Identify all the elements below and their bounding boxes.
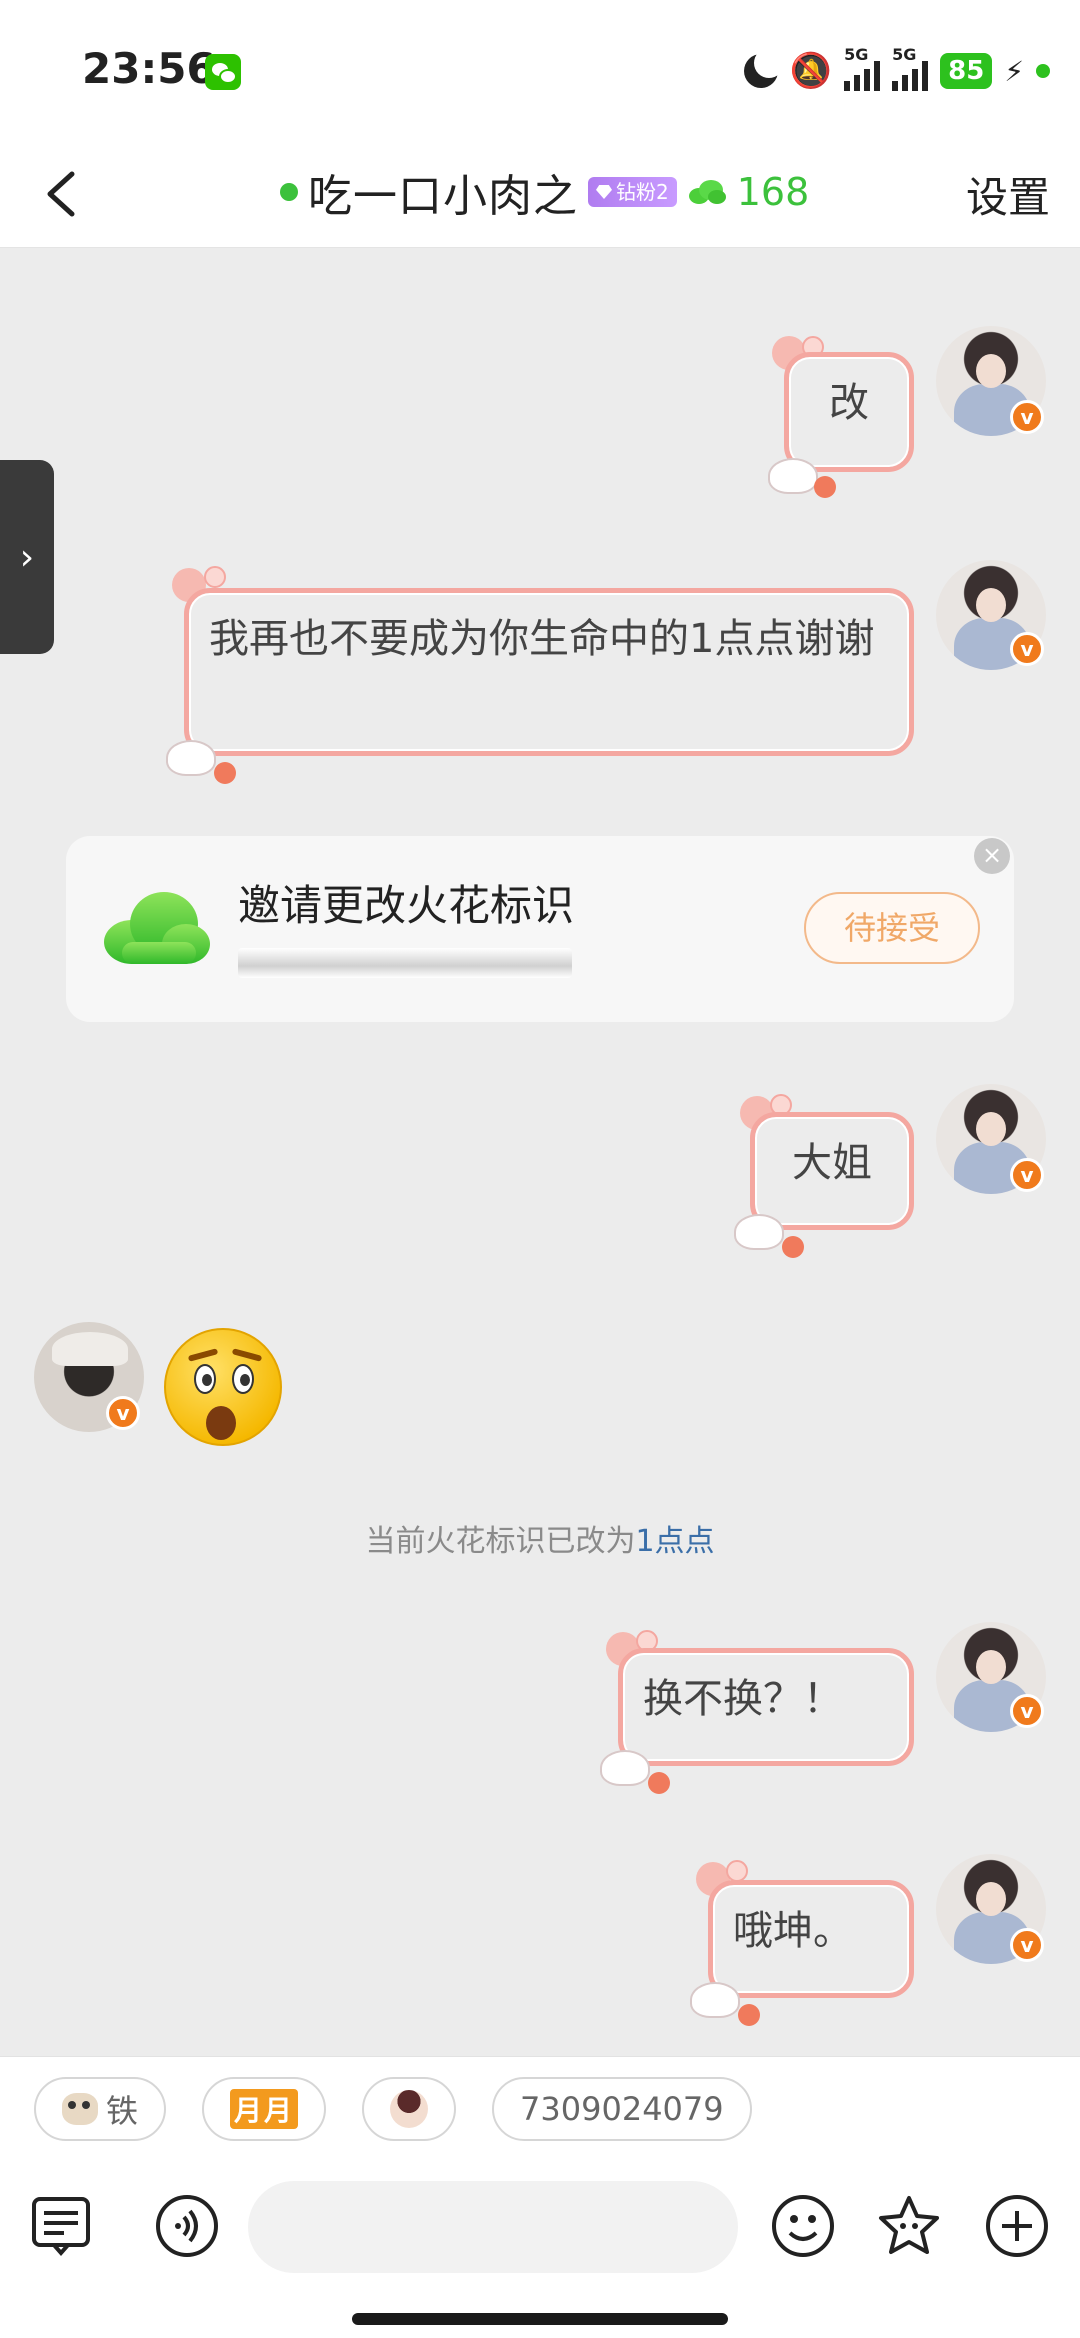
- sheep-decoration-icon: [166, 740, 216, 776]
- chat-header: 吃一口小肉之 钻粉2 168 设置: [0, 140, 1080, 248]
- star-face-icon[interactable]: [876, 2193, 942, 2259]
- close-icon[interactable]: ×: [974, 838, 1010, 874]
- message-text: 我再也不要成为你生命中的1点点谢谢: [209, 616, 875, 662]
- sheep-decoration-icon: [600, 1750, 650, 1786]
- signal-icon-2: 5G: [892, 45, 929, 91]
- surprised-emoji-icon[interactable]: [164, 1328, 282, 1446]
- verified-icon: v: [1010, 1158, 1044, 1192]
- input-area: 铁 月月 7309024079: [0, 2056, 1080, 2338]
- menu-icon[interactable]: [28, 2193, 94, 2259]
- verified-icon: v: [106, 1396, 140, 1430]
- quick-chip[interactable]: 月月: [202, 2077, 327, 2141]
- pending-accept-button[interactable]: 待接受: [804, 892, 980, 964]
- charging-icon: ⚡: [1004, 54, 1024, 88]
- chevron-right-icon: ›: [19, 536, 35, 578]
- tomato-decoration-icon: [738, 2004, 760, 2026]
- chevron-left-icon[interactable]: [36, 166, 92, 222]
- sidebar-toggle[interactable]: ›: [0, 460, 54, 654]
- message-bubble[interactable]: 改: [784, 352, 914, 472]
- sheep-decoration-icon: [690, 1982, 740, 2018]
- invite-progress-bar: [238, 948, 572, 978]
- status-time: 23:56: [82, 44, 216, 93]
- status-bar: 23:56 🔕 5G 5G 85 ⚡: [0, 0, 1080, 140]
- avatar-sticker-icon: [390, 2090, 429, 2128]
- sheep-decoration-icon: [734, 1214, 784, 1250]
- message-bubble[interactable]: 我再也不要成为你生命中的1点点谢谢: [184, 588, 914, 756]
- verified-icon: v: [1010, 400, 1044, 434]
- sheep-decoration-icon: [768, 458, 818, 494]
- message-bubble[interactable]: 换不换？！: [618, 1648, 914, 1766]
- fan-badge-label: 钻粉2: [616, 180, 669, 204]
- message-text: 大姐: [792, 1140, 872, 1186]
- spark-label-link[interactable]: 1点点: [635, 1524, 714, 1559]
- privacy-indicator-dot: [1036, 64, 1050, 78]
- message-input[interactable]: [248, 2181, 738, 2273]
- spark-cloud-icon: [688, 180, 726, 204]
- chat-title-group[interactable]: 吃一口小肉之 钻粉2 168: [280, 162, 809, 222]
- quick-chip[interactable]: 铁: [34, 2077, 167, 2141]
- spark-count: 168: [736, 170, 810, 214]
- online-status-dot: [280, 183, 298, 201]
- message-bubble[interactable]: 大姐: [750, 1112, 914, 1230]
- settings-button[interactable]: 设置: [966, 164, 1050, 225]
- message-text: 改: [829, 380, 869, 426]
- tomato-decoration-icon: [648, 1772, 670, 1794]
- fan-level-badge: 钻粉2: [588, 177, 677, 207]
- network-label: 5G: [844, 45, 869, 64]
- smiley-icon[interactable]: [770, 2193, 836, 2259]
- tomato-decoration-icon: [214, 762, 236, 784]
- spark-cloud-icon: [104, 892, 210, 964]
- message-bubble[interactable]: 哦坤。: [708, 1880, 914, 1998]
- input-toolbar: [0, 2175, 1080, 2285]
- bubble-decoration-icon: [204, 566, 226, 588]
- plus-icon[interactable]: [984, 2193, 1050, 2259]
- home-indicator[interactable]: [352, 2313, 728, 2325]
- status-icons: 🔕 5G 5G 85 ⚡: [743, 45, 1050, 94]
- tomato-decoration-icon: [814, 476, 836, 498]
- signal-icon: 5G: [844, 45, 881, 91]
- voice-icon[interactable]: [154, 2193, 220, 2259]
- quick-chip[interactable]: 7309024079: [492, 2077, 752, 2141]
- mute-bell-icon: 🔕: [789, 51, 833, 91]
- quick-chip-label: 月月: [230, 2089, 299, 2129]
- bubble-decoration-icon: [726, 1860, 748, 1882]
- verified-icon: v: [1010, 632, 1044, 666]
- quick-chips: 铁 月月 7309024079: [34, 2077, 752, 2141]
- verified-icon: v: [1010, 1928, 1044, 1962]
- spark-invite-card: 邀请更改火花标识 待接受 ×: [66, 836, 1014, 1022]
- network-label-2: 5G: [892, 45, 917, 64]
- dog-icon: [62, 2093, 98, 2125]
- do-not-disturb-icon: [743, 48, 784, 88]
- quick-chip-label: 7309024079: [520, 2090, 724, 2128]
- diamond-icon: [596, 185, 612, 199]
- system-notice-text: 当前火花标识已改为: [365, 1524, 636, 1559]
- page-title: 吃一口小肉之: [308, 171, 578, 222]
- quick-chip-label: 铁: [106, 2092, 139, 2130]
- tomato-decoration-icon: [782, 1236, 804, 1258]
- wechat-notification-icon: [205, 54, 241, 90]
- quick-chip[interactable]: [362, 2077, 457, 2141]
- message-text: 换不换？！: [643, 1676, 843, 1722]
- battery-indicator: 85: [940, 53, 993, 89]
- message-text: 哦坤。: [733, 1908, 853, 1954]
- system-notice: 当前火花标识已改为1点点: [0, 1516, 1080, 1560]
- invite-title: 邀请更改火花标识: [238, 881, 575, 930]
- verified-icon: v: [1010, 1694, 1044, 1728]
